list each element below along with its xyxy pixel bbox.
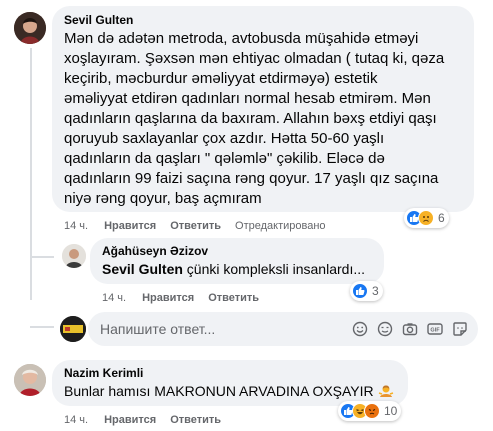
gif-icon[interactable]: GIF bbox=[427, 321, 443, 337]
avatar-nazim-kerimli[interactable] bbox=[14, 364, 46, 396]
comment-time[interactable]: 14 ч. bbox=[64, 220, 88, 232]
comment-author[interactable]: Nazim Kerimli bbox=[64, 366, 396, 380]
reply-button[interactable]: Ответить bbox=[170, 220, 221, 232]
like-button[interactable]: Нравится bbox=[104, 414, 156, 426]
angry-reaction-icon bbox=[364, 403, 380, 419]
sticker-face-icon[interactable] bbox=[377, 321, 393, 337]
reaction-count: 10 bbox=[384, 404, 398, 418]
emoji-icon[interactable] bbox=[352, 321, 368, 337]
svg-text:GIF: GIF bbox=[430, 328, 440, 334]
reply-input[interactable]: Напишите ответ... bbox=[100, 321, 352, 337]
sticker-icon[interactable] bbox=[452, 321, 468, 337]
reply-button[interactable]: Ответить bbox=[170, 414, 221, 426]
avatar-sevil-gulten[interactable] bbox=[14, 12, 46, 44]
shrug-emoji-icon bbox=[378, 383, 394, 399]
reply-composer[interactable]: Напишите ответ... GIF bbox=[88, 312, 478, 346]
comment-text: Bunlar hamısı MAKRONUN ARVADINA OXŞAYIR bbox=[64, 381, 396, 401]
reply-bubble: Ağahüseyn Əzizov Sevil Gulten çünki komp… bbox=[90, 238, 384, 284]
like-button[interactable]: Нравится bbox=[104, 220, 156, 232]
reaction-summary[interactable]: 6 bbox=[404, 208, 449, 228]
mention-link[interactable]: Sevil Gulten bbox=[102, 261, 183, 277]
thread-branch bbox=[30, 326, 54, 328]
comment-time[interactable]: 14 ч. bbox=[64, 414, 88, 426]
comment-actions: 14 ч. Нравится Ответить bbox=[64, 414, 235, 426]
reaction-summary[interactable]: 10 bbox=[338, 401, 402, 421]
comment-bubble: Nazim Kerimli Bunlar hamısı MAKRONUN ARV… bbox=[52, 360, 408, 406]
avatar-agahuseyn-ezizov[interactable] bbox=[62, 244, 86, 268]
comment-text: Mən də adətən metroda, avtobusda müşahid… bbox=[64, 30, 445, 207]
reaction-count: 3 bbox=[372, 284, 379, 298]
reply-time[interactable]: 14 ч. bbox=[102, 292, 126, 304]
like-button[interactable]: Нравится bbox=[142, 292, 194, 304]
reply-button[interactable]: Ответить bbox=[208, 292, 259, 304]
reply-actions: 14 ч. Нравится Ответить bbox=[102, 292, 273, 304]
comment-author[interactable]: Sevil Gulten bbox=[64, 13, 462, 27]
like-reaction-icon bbox=[352, 283, 368, 299]
edited-label: Отредактировано bbox=[235, 220, 326, 232]
reply-author[interactable]: Ağahüseyn Əzizov bbox=[102, 244, 372, 258]
thread-line bbox=[30, 48, 32, 300]
reaction-count: 6 bbox=[438, 211, 445, 225]
comment-bubble: Sevil Gulten Mən də adətən metroda, avto… bbox=[52, 6, 474, 212]
reply-text: Sevil Gulten çünki kompleksli insanlardı… bbox=[102, 261, 365, 277]
reaction-summary[interactable]: 3 bbox=[350, 281, 383, 301]
comment-actions: 14 ч. Нравится Ответить Отредактировано bbox=[64, 220, 326, 232]
current-user-avatar bbox=[60, 316, 86, 342]
thread-branch bbox=[30, 256, 54, 258]
camera-icon[interactable] bbox=[402, 321, 418, 337]
sad-reaction-icon bbox=[418, 210, 434, 226]
